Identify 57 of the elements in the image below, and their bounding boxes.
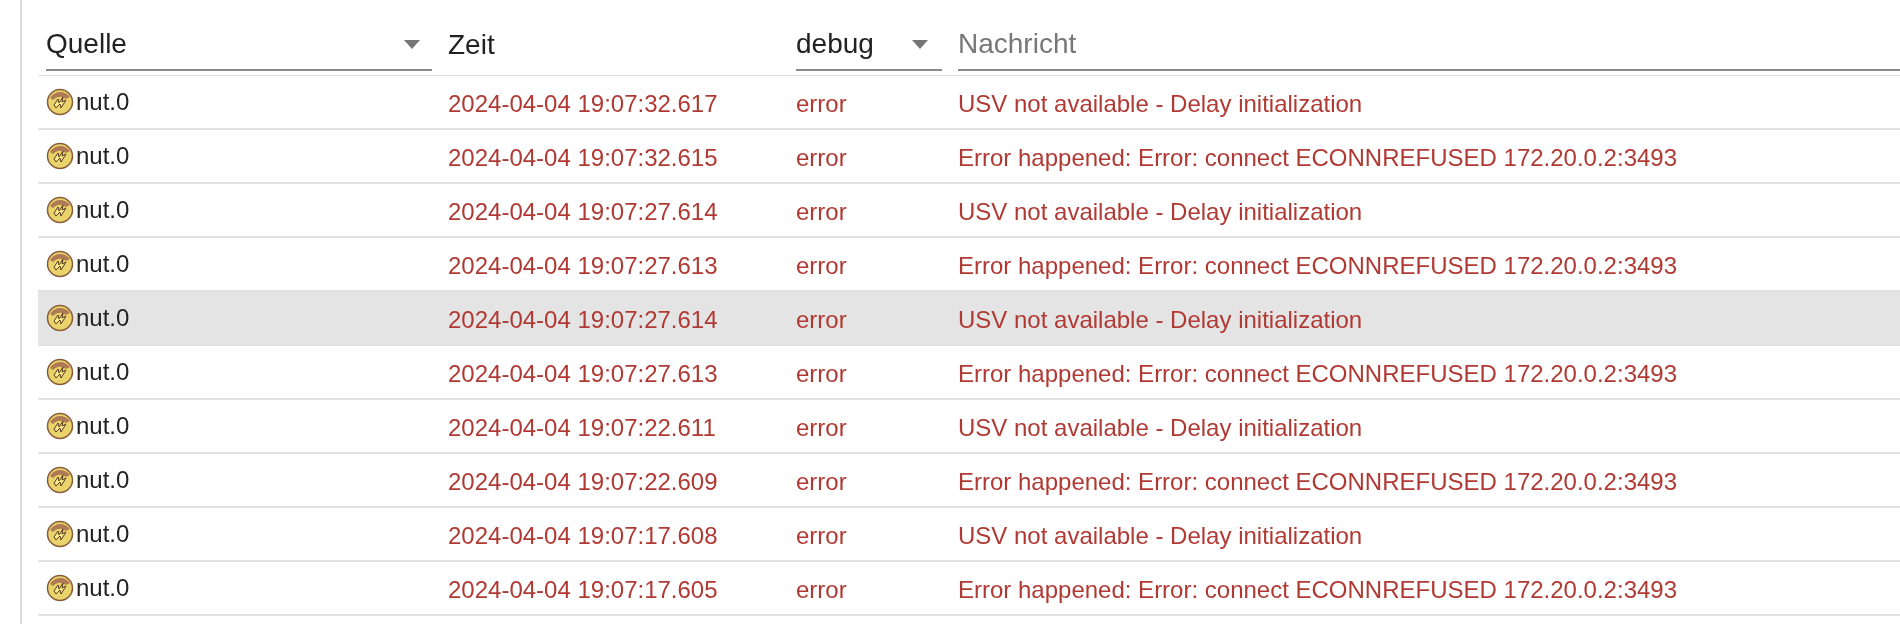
time-cell-text: 2024-04-04 19:07:17.608: [448, 521, 719, 551]
time-cell-text: 2024-04-04 19:07:22.609: [448, 467, 719, 497]
severity-cell-text: error: [796, 575, 848, 605]
severity-cell-text: error: [796, 197, 848, 227]
lightning-ball-icon: [46, 574, 74, 602]
lightning-ball-icon: [46, 412, 74, 440]
source-filter-select[interactable]: Quelle: [46, 19, 432, 71]
caret-icon: [404, 39, 420, 49]
time-cell-text: 2024-04-04 19:07:22.611: [448, 413, 717, 443]
time-cell-text: 2024-04-04 19:07:27.613: [448, 251, 719, 281]
lightning-ball-icon: [46, 358, 74, 386]
lightning-ball-icon: [46, 520, 74, 548]
lightning-ball-icon: [46, 196, 74, 224]
message-cell-text: Error happened: Error: connect ECONNREFUSED 172.20.0.2:3493: [958, 467, 1678, 497]
severity-cell-text: error: [796, 305, 848, 335]
source-cell-text: nut.0: [76, 357, 130, 387]
source-cell-text: nut.0: [76, 249, 130, 279]
message-cell-text: Error happened: Error: connect ECONNREFUSED 172.20.0.2:3493: [958, 359, 1678, 389]
message-cell-text: Error happened: Error: connect ECONNREFUSED 172.20.0.2:3493: [958, 251, 1678, 281]
time-cell-text: 2024-04-04 19:07:27.614: [448, 197, 719, 227]
log-row[interactable]: nut.0 2024-04-04 19:07:27.614 error USV not available - Delay initialization: [38, 292, 1900, 346]
source-cell-text: nut.0: [76, 87, 130, 117]
source-cell-text: nut.0: [76, 141, 130, 171]
source-cell-text: nut.0: [76, 411, 130, 441]
source-cell-text: nut.0: [76, 195, 130, 225]
source-cell-text: nut.0: [76, 303, 130, 333]
time-column-header: Zeit: [448, 28, 495, 62]
message-cell-text: USV not available - Delay initialization: [958, 305, 1363, 335]
severity-cell-text: error: [796, 143, 848, 173]
lightning-ball-icon: [46, 142, 74, 170]
message-cell-text: Error happened: Error: connect ECONNREFUSED 172.20.0.2:3493: [958, 143, 1678, 173]
source-cell-text: nut.0: [76, 519, 130, 549]
severity-filter-select[interactable]: debug: [796, 19, 942, 71]
lightning-ball-icon: [46, 466, 74, 494]
time-cell-text: 2024-04-04 19:07:32.615: [448, 143, 719, 173]
severity-cell-text: error: [796, 413, 848, 443]
time-cell-text: 2024-04-04 19:07:27.614: [448, 305, 719, 335]
message-cell-text: Error happened: Error: connect ECONNREFUSED 172.20.0.2:3493: [958, 575, 1678, 605]
lightning-ball-icon: [46, 304, 74, 332]
severity-cell-text: error: [796, 467, 848, 497]
severity-cell-text: error: [796, 521, 848, 551]
time-cell-text: 2024-04-04 19:07:17.605: [448, 575, 719, 605]
message-cell-text: USV not available - Delay initialization: [958, 89, 1363, 119]
lightning-ball-icon: [46, 88, 74, 116]
message-cell-text: USV not available - Delay initialization: [958, 413, 1363, 443]
severity-cell-text: error: [796, 89, 848, 119]
severity-cell-text: error: [796, 359, 848, 389]
message-filter-field[interactable]: Nachricht: [958, 19, 1900, 71]
message-cell-text: USV not available - Delay initialization: [958, 197, 1363, 227]
severity-cell-text: error: [796, 251, 848, 281]
caret-icon: [912, 39, 928, 49]
time-cell-text: 2024-04-04 19:07:32.617: [448, 89, 719, 119]
source-cell-text: nut.0: [76, 465, 130, 495]
message-cell-text: USV not available - Delay initialization: [958, 521, 1363, 551]
lightning-ball-icon: [46, 250, 74, 278]
source-cell-text: nut.0: [76, 573, 130, 603]
time-cell-text: 2024-04-04 19:07:27.613: [448, 359, 719, 389]
